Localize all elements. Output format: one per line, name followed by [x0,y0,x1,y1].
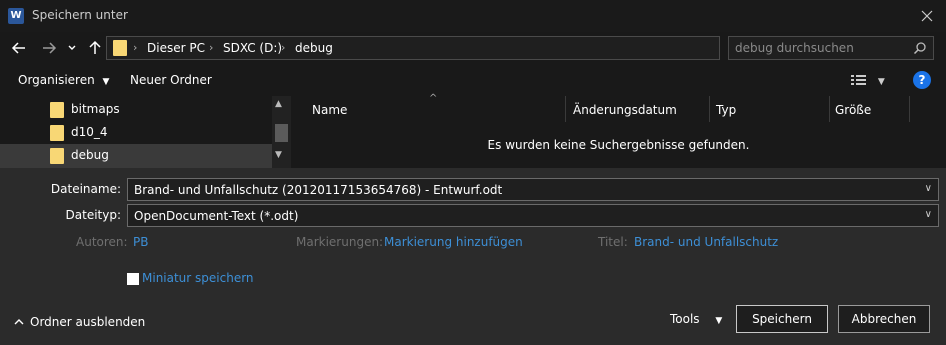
nav-item-bitmaps[interactable]: bitmaps [0,98,272,122]
folder-icon [50,148,64,164]
breadcrumb-separator: › [133,41,138,54]
search-box[interactable] [728,36,934,60]
chevron-down-icon[interactable]: ∨ [925,209,932,220]
recent-locations-button[interactable] [64,38,80,58]
nav-item-label: debug [71,148,109,162]
arrow-up-icon [89,40,101,54]
save-thumbnail-label[interactable]: Miniatur speichern [142,271,254,285]
nav-item-debug[interactable]: debug [0,144,272,168]
column-header-modified[interactable]: Änderungsdatum [573,103,677,117]
navigation-pane: bitmaps d10_4 debug [0,96,291,168]
save-thumbnail-checkbox[interactable] [127,273,139,285]
caret-down-icon: ▼ [102,77,110,87]
breadcrumb-separator: › [209,41,214,54]
column-divider[interactable] [709,96,710,122]
folder-icon [50,125,64,141]
close-icon [921,10,933,22]
title-bar: W Speichern unter [0,0,946,32]
tags-field[interactable]: Markierung hinzufügen [384,235,523,249]
caret-down-icon: ▼ [715,316,723,326]
search-icon[interactable] [913,41,927,55]
nav-item-label: bitmaps [71,102,120,116]
close-button[interactable] [916,6,938,26]
caret-down-icon: ▼ [877,77,885,87]
breadcrumb-item-sdxc[interactable]: SDXC (D:) [223,41,282,55]
chevron-down-icon [68,45,76,50]
authors-field[interactable]: PB [133,235,148,249]
scroll-down-icon[interactable]: ▼ [275,150,282,160]
scrollbar-thumb[interactable] [275,124,288,142]
tags-label: Markierungen: [296,235,384,249]
chevron-up-icon [14,319,24,325]
view-options-button[interactable]: ▼ [850,73,885,90]
empty-results-message: Es wurden keine Suchergebnisse gefunden. [487,138,750,152]
nav-item-label: d10_4 [71,125,108,139]
arrow-left-icon [11,42,25,54]
title-label: Titel: [598,235,628,249]
nav-item-d10-4[interactable]: d10_4 [0,121,272,145]
file-list: ^ Name Änderungsdatum Typ Größe Es wurde… [291,93,946,168]
column-divider[interactable] [565,96,566,122]
up-button[interactable] [84,38,106,58]
save-options-panel: Dateiname: Brand- und Unfallschutz (2012… [0,168,946,345]
sort-ascending-icon: ^ [429,93,438,104]
view-list-icon [851,75,866,85]
cancel-button[interactable]: Abbrechen [838,305,930,333]
breadcrumb-item-this-pc[interactable]: Dieser PC [147,41,205,55]
filetype-label: Dateityp: [65,208,121,222]
arrow-right-icon [43,42,57,54]
authors-label: Autoren: [76,235,128,249]
back-button[interactable] [8,38,30,58]
help-button[interactable]: ? [913,71,931,89]
toolbar: Organisieren ▼ Neuer Ordner ▼ ? [0,66,946,96]
title-field[interactable]: Brand- und Unfallschutz [634,235,778,249]
hide-folders-label: Ordner ausblenden [30,315,146,329]
filename-input[interactable]: Brand- und Unfallschutz (201201171536547… [134,183,502,197]
organize-label: Organisieren [18,73,95,87]
tools-label: Tools [670,312,700,326]
filetype-select[interactable]: OpenDocument-Text (*.odt) ∨ [127,204,939,227]
forward-button[interactable] [38,38,60,58]
new-folder-button[interactable]: Neuer Ordner [130,73,212,87]
filename-combobox[interactable]: Brand- und Unfallschutz (201201171536547… [127,178,939,201]
address-bar[interactable]: › Dieser PC › SDXC (D:) › debug ∨ ↻ [106,36,816,60]
filename-label: Dateiname: [50,182,121,196]
column-header-type[interactable]: Typ [716,103,736,117]
folder-icon [50,102,64,118]
filetype-value: OpenDocument-Text (*.odt) [134,209,299,223]
save-button[interactable]: Speichern [736,305,828,333]
window-title: Speichern unter [32,8,128,22]
breadcrumb-item-debug[interactable]: debug [295,41,333,55]
column-header-size[interactable]: Größe [835,103,871,117]
tools-menu-button[interactable]: Tools ▼ [670,312,722,326]
search-input[interactable] [735,40,905,56]
word-app-icon: W [8,8,24,24]
column-divider[interactable] [909,96,910,122]
column-header-name[interactable]: Name [312,103,347,117]
scroll-up-icon[interactable]: ▲ [275,99,282,109]
column-divider[interactable] [829,96,830,122]
organize-menu-button[interactable]: Organisieren ▼ [18,73,109,87]
hide-folders-button[interactable]: Ordner ausblenden [14,315,145,329]
folder-icon [113,40,127,56]
breadcrumb-separator: › [281,41,286,54]
chevron-down-icon[interactable]: ∨ [925,183,932,194]
